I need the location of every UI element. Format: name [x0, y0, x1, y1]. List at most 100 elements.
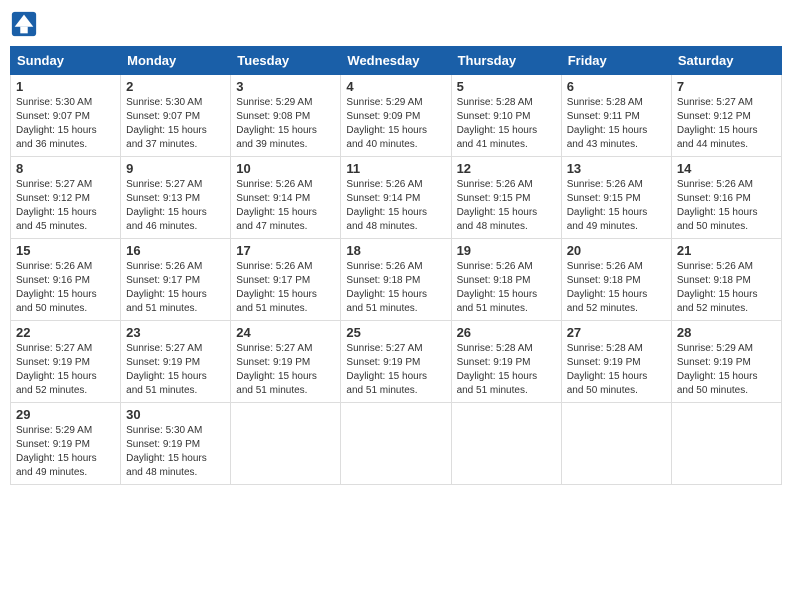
cell-details: Sunrise: 5:26 AM Sunset: 9:17 PM Dayligh…	[126, 260, 225, 316]
day-number: 13	[567, 161, 666, 176]
calendar-day-header: Thursday	[451, 47, 561, 75]
day-number: 4	[346, 79, 445, 94]
calendar-day-header: Tuesday	[231, 47, 341, 75]
cell-details: Sunrise: 5:26 AM Sunset: 9:15 PM Dayligh…	[457, 178, 556, 234]
calendar-week-row: 29 Sunrise: 5:29 AM Sunset: 9:19 PM Dayli…	[11, 403, 782, 485]
cell-details: Sunrise: 5:29 AM Sunset: 9:19 PM Dayligh…	[16, 424, 115, 480]
calendar-cell: 18 Sunrise: 5:26 AM Sunset: 9:18 PM Dayli…	[341, 239, 451, 321]
cell-details: Sunrise: 5:26 AM Sunset: 9:14 PM Dayligh…	[236, 178, 335, 234]
day-number: 9	[126, 161, 225, 176]
day-number: 14	[677, 161, 776, 176]
calendar-cell: 3 Sunrise: 5:29 AM Sunset: 9:08 PM Daylig…	[231, 75, 341, 157]
cell-details: Sunrise: 5:27 AM Sunset: 9:19 PM Dayligh…	[346, 342, 445, 398]
cell-details: Sunrise: 5:28 AM Sunset: 9:19 PM Dayligh…	[457, 342, 556, 398]
calendar-cell: 1 Sunrise: 5:30 AM Sunset: 9:07 PM Daylig…	[11, 75, 121, 157]
cell-details: Sunrise: 5:26 AM Sunset: 9:15 PM Dayligh…	[567, 178, 666, 234]
calendar-cell: 20 Sunrise: 5:26 AM Sunset: 9:18 PM Dayli…	[561, 239, 671, 321]
cell-details: Sunrise: 5:26 AM Sunset: 9:16 PM Dayligh…	[677, 178, 776, 234]
cell-details: Sunrise: 5:26 AM Sunset: 9:17 PM Dayligh…	[236, 260, 335, 316]
day-number: 17	[236, 243, 335, 258]
calendar-day-header: Saturday	[671, 47, 781, 75]
day-number: 30	[126, 407, 225, 422]
calendar-header-row: SundayMondayTuesdayWednesdayThursdayFrid…	[11, 47, 782, 75]
cell-details: Sunrise: 5:27 AM Sunset: 9:19 PM Dayligh…	[126, 342, 225, 398]
day-number: 19	[457, 243, 556, 258]
day-number: 27	[567, 325, 666, 340]
calendar-week-row: 1 Sunrise: 5:30 AM Sunset: 9:07 PM Daylig…	[11, 75, 782, 157]
calendar-cell: 30 Sunrise: 5:30 AM Sunset: 9:19 PM Dayli…	[121, 403, 231, 485]
calendar-cell: 5Sunrise: 5:28 AM Sunset: 9:10 PM Daylig…	[451, 75, 561, 157]
cell-details: Sunrise: 5:28 AM Sunset: 9:19 PM Dayligh…	[567, 342, 666, 398]
cell-details: Sunrise: 5:29 AM Sunset: 9:08 PM Dayligh…	[236, 96, 335, 152]
cell-details: Sunrise: 5:26 AM Sunset: 9:18 PM Dayligh…	[567, 260, 666, 316]
calendar-cell: 12Sunrise: 5:26 AM Sunset: 9:15 PM Dayli…	[451, 157, 561, 239]
calendar-cell: 19 Sunrise: 5:26 AM Sunset: 9:18 PM Dayli…	[451, 239, 561, 321]
day-number: 6	[567, 79, 666, 94]
calendar-cell: 24Sunrise: 5:27 AM Sunset: 9:19 PM Dayli…	[231, 321, 341, 403]
cell-details: Sunrise: 5:30 AM Sunset: 9:07 PM Dayligh…	[16, 96, 115, 152]
calendar-week-row: 8 Sunrise: 5:27 AM Sunset: 9:12 PM Daylig…	[11, 157, 782, 239]
calendar-day-header: Wednesday	[341, 47, 451, 75]
calendar-cell: 6 Sunrise: 5:28 AM Sunset: 9:11 PM Daylig…	[561, 75, 671, 157]
calendar-day-header: Sunday	[11, 47, 121, 75]
cell-details: Sunrise: 5:27 AM Sunset: 9:19 PM Dayligh…	[236, 342, 335, 398]
calendar-week-row: 15 Sunrise: 5:26 AM Sunset: 9:16 PM Dayli…	[11, 239, 782, 321]
calendar-cell: 17 Sunrise: 5:26 AM Sunset: 9:17 PM Dayli…	[231, 239, 341, 321]
cell-details: Sunrise: 5:30 AM Sunset: 9:07 PM Dayligh…	[126, 96, 225, 152]
day-number: 21	[677, 243, 776, 258]
day-number: 7	[677, 79, 776, 94]
calendar-cell	[451, 403, 561, 485]
day-number: 3	[236, 79, 335, 94]
page-header	[10, 10, 782, 38]
calendar-cell: 16Sunrise: 5:26 AM Sunset: 9:17 PM Dayli…	[121, 239, 231, 321]
calendar-cell: 7 Sunrise: 5:27 AM Sunset: 9:12 PM Daylig…	[671, 75, 781, 157]
day-number: 2	[126, 79, 225, 94]
day-number: 22	[16, 325, 115, 340]
day-number: 1	[16, 79, 115, 94]
calendar-cell: 8 Sunrise: 5:27 AM Sunset: 9:12 PM Daylig…	[11, 157, 121, 239]
cell-details: Sunrise: 5:27 AM Sunset: 9:12 PM Dayligh…	[16, 178, 115, 234]
cell-details: Sunrise: 5:27 AM Sunset: 9:13 PM Dayligh…	[126, 178, 225, 234]
day-number: 18	[346, 243, 445, 258]
calendar-cell: 2 Sunrise: 5:30 AM Sunset: 9:07 PM Daylig…	[121, 75, 231, 157]
calendar-day-header: Friday	[561, 47, 671, 75]
calendar-cell: 25Sunrise: 5:27 AM Sunset: 9:19 PM Dayli…	[341, 321, 451, 403]
logo-icon	[10, 10, 38, 38]
calendar-week-row: 22 Sunrise: 5:27 AM Sunset: 9:19 PM Dayli…	[11, 321, 782, 403]
calendar-cell: 9 Sunrise: 5:27 AM Sunset: 9:13 PM Daylig…	[121, 157, 231, 239]
calendar-cell: 11Sunrise: 5:26 AM Sunset: 9:14 PM Dayli…	[341, 157, 451, 239]
calendar-cell: 13 Sunrise: 5:26 AM Sunset: 9:15 PM Dayli…	[561, 157, 671, 239]
calendar-cell: 26 Sunrise: 5:28 AM Sunset: 9:19 PM Dayli…	[451, 321, 561, 403]
calendar-cell	[341, 403, 451, 485]
day-number: 29	[16, 407, 115, 422]
day-number: 26	[457, 325, 556, 340]
cell-details: Sunrise: 5:29 AM Sunset: 9:19 PM Dayligh…	[677, 342, 776, 398]
cell-details: Sunrise: 5:27 AM Sunset: 9:19 PM Dayligh…	[16, 342, 115, 398]
day-number: 23	[126, 325, 225, 340]
day-number: 15	[16, 243, 115, 258]
calendar-cell: 22 Sunrise: 5:27 AM Sunset: 9:19 PM Dayli…	[11, 321, 121, 403]
cell-details: Sunrise: 5:26 AM Sunset: 9:18 PM Dayligh…	[677, 260, 776, 316]
calendar-day-header: Monday	[121, 47, 231, 75]
day-number: 28	[677, 325, 776, 340]
day-number: 10	[236, 161, 335, 176]
calendar-cell: 14 Sunrise: 5:26 AM Sunset: 9:16 PM Dayli…	[671, 157, 781, 239]
day-number: 20	[567, 243, 666, 258]
calendar-cell: 29 Sunrise: 5:29 AM Sunset: 9:19 PM Dayli…	[11, 403, 121, 485]
cell-details: Sunrise: 5:27 AM Sunset: 9:12 PM Dayligh…	[677, 96, 776, 152]
calendar-cell: 4 Sunrise: 5:29 AM Sunset: 9:09 PM Daylig…	[341, 75, 451, 157]
calendar-cell: 23 Sunrise: 5:27 AM Sunset: 9:19 PM Dayli…	[121, 321, 231, 403]
calendar-cell: 15 Sunrise: 5:26 AM Sunset: 9:16 PM Dayli…	[11, 239, 121, 321]
calendar-cell: 28 Sunrise: 5:29 AM Sunset: 9:19 PM Dayli…	[671, 321, 781, 403]
day-number: 5	[457, 79, 556, 94]
cell-details: Sunrise: 5:28 AM Sunset: 9:11 PM Dayligh…	[567, 96, 666, 152]
day-number: 8	[16, 161, 115, 176]
day-number: 11	[346, 161, 445, 176]
cell-details: Sunrise: 5:26 AM Sunset: 9:16 PM Dayligh…	[16, 260, 115, 316]
cell-details: Sunrise: 5:26 AM Sunset: 9:18 PM Dayligh…	[346, 260, 445, 316]
calendar-cell	[231, 403, 341, 485]
calendar-table: SundayMondayTuesdayWednesdayThursdayFrid…	[10, 46, 782, 485]
cell-details: Sunrise: 5:29 AM Sunset: 9:09 PM Dayligh…	[346, 96, 445, 152]
cell-details: Sunrise: 5:30 AM Sunset: 9:19 PM Dayligh…	[126, 424, 225, 480]
cell-details: Sunrise: 5:26 AM Sunset: 9:18 PM Dayligh…	[457, 260, 556, 316]
